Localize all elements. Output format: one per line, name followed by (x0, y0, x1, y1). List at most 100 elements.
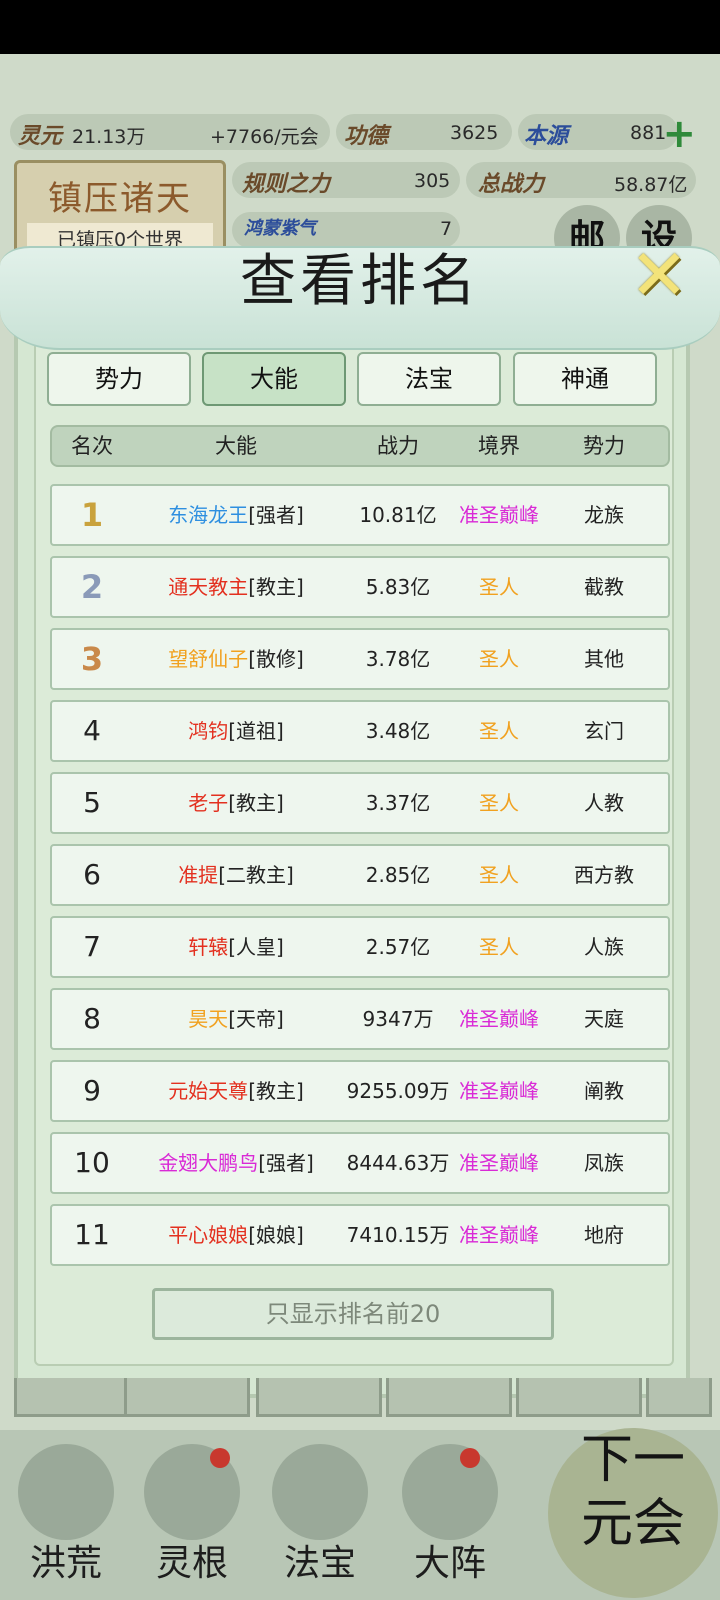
slot (646, 1378, 712, 1417)
gongde-value: 3625 (450, 122, 499, 144)
tab-faction[interactable]: 势力 (47, 352, 191, 406)
realm-value: 准圣巅峰 (459, 1223, 539, 1247)
faction-value: 人族 (584, 935, 624, 959)
powerhouse-name: 昊天[天帝] (138, 990, 334, 1048)
faction-value: 人教 (584, 791, 624, 815)
name-title: [道祖] (228, 719, 284, 743)
nav-label: 法宝 (283, 1543, 356, 1584)
realm-value: 准圣巅峰 (459, 1151, 539, 1175)
ranking-row[interactable]: 2 通天教主[教主] 5.83亿 圣人 截教 (50, 556, 670, 618)
name-text: 轩辕 (188, 935, 229, 959)
powerhouse-name: 通天教主[教主] (138, 558, 334, 616)
faction-value: 阐教 (584, 1079, 624, 1103)
ranking-list[interactable]: 1 东海龙王[强者] 10.81亿 准圣巅峰 龙族 2 通天教主[教主] 5.83亿 圣人 截教 3… (50, 484, 670, 1272)
next-era-line2: 元会 (580, 1494, 685, 1554)
power-value: 5.83亿 (365, 575, 431, 599)
nav-fabao[interactable]: 法宝 (260, 1430, 380, 1600)
ranking-row[interactable]: 5 老子[教主] 3.37亿 圣人 人教 (50, 772, 670, 834)
ranking-row[interactable]: 1 东海龙王[强者] 10.81亿 准圣巅峰 龙族 (50, 484, 670, 546)
notification-dot (460, 1448, 480, 1468)
zhanli-value: 58.87亿 (614, 174, 688, 196)
name-text: 金翅大鹏鸟 (158, 1151, 259, 1175)
realm-value: 圣人 (479, 575, 519, 599)
notification-dot (210, 1448, 230, 1468)
name-title: [强者] (258, 1151, 314, 1175)
nav-honghuang[interactable]: 洪荒 (6, 1430, 126, 1600)
powerhouse-name: 轩辕[人皇] (138, 918, 334, 976)
zhanli-label: 总战力 (478, 172, 545, 197)
realm-value: 圣人 (479, 863, 519, 887)
header-name: 大能 (215, 434, 257, 458)
tab-powerhouse[interactable]: 大能 (202, 352, 346, 406)
add-benyuan-icon[interactable]: + (662, 114, 696, 154)
power-value: 3.78亿 (365, 647, 431, 671)
rank-number: 7 (83, 930, 101, 963)
name-title: [天帝] (228, 1007, 284, 1031)
ranking-row[interactable]: 4 鸿钧[道祖] 3.48亿 圣人 玄门 (50, 700, 670, 762)
power-value: 9347万 (362, 1007, 434, 1031)
name-title: [二教主] (218, 863, 294, 887)
ranking-row[interactable]: 10 金翅大鹏鸟[强者] 8444.63万 准圣巅峰 凤族 (50, 1132, 670, 1194)
name-title: [娘娘] (248, 1223, 304, 1247)
treasure-icon (272, 1444, 368, 1540)
guize-value: 305 (414, 170, 451, 192)
slot (386, 1378, 512, 1417)
name-title: [散修] (248, 647, 304, 671)
rank-number: 3 (80, 640, 104, 678)
nav-label: 大阵 (413, 1543, 486, 1584)
rank-number: 5 (83, 786, 101, 819)
lingyuan-value: 21.13万 (72, 126, 146, 148)
rank-number: 10 (74, 1146, 110, 1179)
rank-number: 8 (83, 1002, 101, 1035)
faction-value: 龙族 (584, 503, 624, 527)
gongde-label: 功德 (344, 124, 389, 149)
close-icon[interactable]: ✕ (626, 240, 692, 310)
ranking-row[interactable]: 9 元始天尊[教主] 9255.09万 准圣巅峰 阐教 (50, 1060, 670, 1122)
tab-treasure[interactable]: 法宝 (357, 352, 501, 406)
name-text: 元始天尊 (168, 1079, 249, 1103)
ranking-row[interactable]: 8 昊天[天帝] 9347万 准圣巅峰 天庭 (50, 988, 670, 1050)
powerhouse-name: 准提[二教主] (138, 846, 334, 904)
realm-value: 圣人 (479, 935, 519, 959)
powerhouse-name: 东海龙王[强者] (138, 486, 334, 544)
faction-value: 西方教 (574, 863, 634, 887)
realm-value: 圣人 (479, 791, 519, 815)
realm-value: 准圣巅峰 (459, 503, 539, 527)
faction-value: 截教 (584, 575, 624, 599)
mountain-icon (18, 1444, 114, 1540)
realm-value: 准圣巅峰 (459, 1079, 539, 1103)
suppress-title: 镇压诸天 (48, 179, 192, 219)
nav-label: 灵根 (155, 1543, 228, 1584)
name-text: 鸿钧 (188, 719, 229, 743)
benyuan-value: 881 (630, 122, 667, 144)
status-bar (0, 0, 720, 54)
slot (14, 1378, 140, 1417)
benyuan-label: 本源 (524, 124, 569, 149)
rank-number: 2 (80, 568, 104, 606)
tab-divine-skill[interactable]: 神通 (513, 352, 657, 406)
ranking-table-header: 名次 大能 战力 境界 势力 (50, 425, 670, 467)
power-value: 10.81亿 (359, 503, 437, 527)
name-title: [教主] (248, 575, 304, 599)
next-era-line1: 下一 (580, 1430, 685, 1490)
dialog-title: 查看排名 (240, 249, 480, 314)
power-value: 3.37亿 (365, 791, 431, 815)
slot (256, 1378, 382, 1417)
realm-value: 圣人 (479, 719, 519, 743)
name-text: 东海龙王 (168, 503, 249, 527)
realm-value: 圣人 (479, 647, 519, 671)
power-value: 7410.15万 (346, 1223, 450, 1247)
power-value: 9255.09万 (346, 1079, 450, 1103)
nav-dazhen[interactable]: 大阵 (390, 1430, 510, 1600)
ranking-row[interactable]: 6 准提[二教主] 2.85亿 圣人 西方教 (50, 844, 670, 906)
ranking-row[interactable]: 11 平心娘娘[娘娘] 7410.15万 准圣巅峰 地府 (50, 1204, 670, 1266)
nav-linggen[interactable]: 灵根 (132, 1430, 252, 1600)
power-value: 2.85亿 (365, 863, 431, 887)
slot (516, 1378, 642, 1417)
lingyuan-label: 灵元 (18, 124, 63, 149)
name-text: 平心娘娘 (168, 1223, 249, 1247)
show-top20-button[interactable]: 只显示排名前20 (152, 1288, 554, 1340)
ranking-row[interactable]: 3 望舒仙子[散修] 3.78亿 圣人 其他 (50, 628, 670, 690)
ranking-row[interactable]: 7 轩辕[人皇] 2.57亿 圣人 人族 (50, 916, 670, 978)
faction-value: 地府 (584, 1223, 624, 1247)
